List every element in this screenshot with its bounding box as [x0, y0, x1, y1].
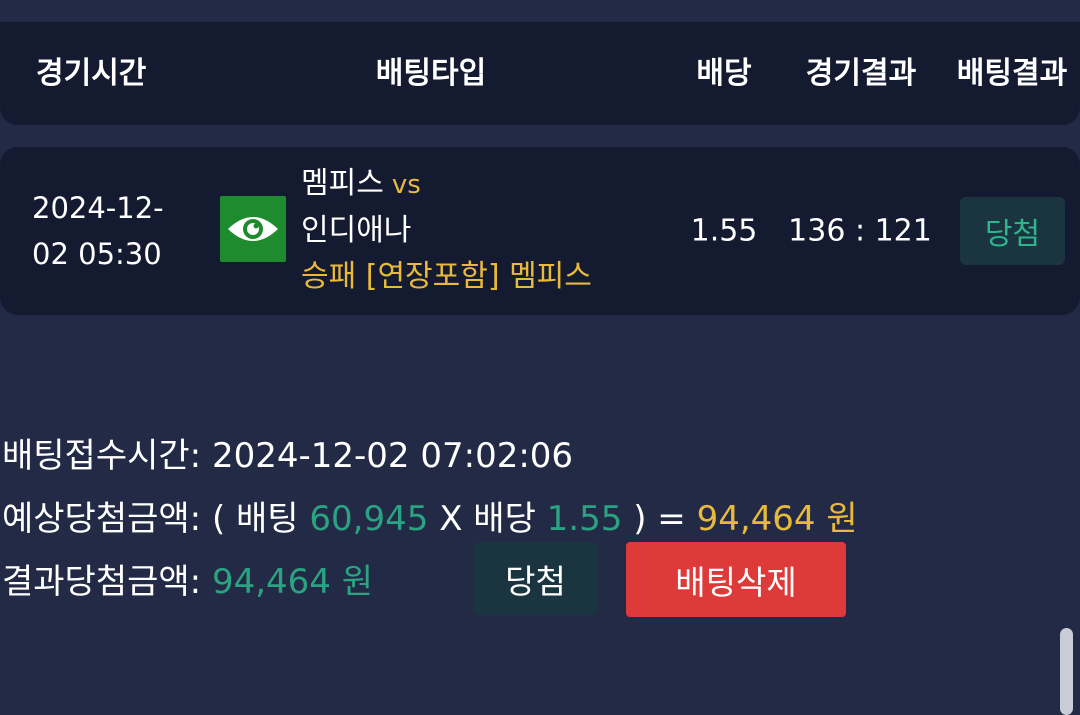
game-date-line1: 2024-12- — [32, 191, 164, 225]
bet-result-badge: 당첨 — [960, 197, 1065, 265]
header-game-result: 경기결과 — [805, 56, 917, 91]
expected-open: ( 배팅 — [211, 499, 299, 539]
header-bet-type: 배팅타입 — [375, 56, 487, 91]
delete-bet-button[interactable]: 배팅삭제 — [626, 542, 846, 617]
expected-odds: 1.55 — [546, 499, 623, 539]
header-bet-result: 배팅결과 — [956, 56, 1068, 91]
game-date-line2: 02 05:30 — [32, 237, 162, 271]
home-team: 멤피스 — [301, 166, 384, 201]
odds-value: 1.55 — [690, 213, 758, 249]
received-time-value: 2024-12-02 07:02:06 — [211, 436, 574, 476]
received-time-label: 배팅접수시간: — [2, 436, 202, 476]
result-status-badge: 당첨 — [473, 542, 598, 615]
away-team: 인디애나 — [301, 213, 412, 248]
expected-amount-label: 예상당첨금액: — [2, 499, 202, 539]
stake-amount: 60,945 — [309, 499, 429, 539]
header-game-time: 경기시간 — [36, 56, 147, 91]
scrollbar[interactable] — [1060, 628, 1073, 715]
bet-type-cell: 멤피스 vs 인디애나 승패 [연장포함] 멤피스 — [301, 161, 592, 300]
expected-eq: ) = — [633, 499, 686, 539]
result-amount-label: 결과당첨금액: — [2, 562, 202, 602]
table-row: 2024-12- 02 05:30 멤피스 vs 인디애나 승패 [연장포함] 멤… — [0, 147, 1080, 315]
expected-x: X 배당 — [439, 499, 536, 539]
expected-amount-line: 예상당첨금액: ( 배팅 60,945 X 배당 1.55 ) = 94,464… — [2, 491, 858, 540]
table-header: 경기시간 배팅타입 배당 경기결과 배팅결과 — [0, 22, 1080, 125]
vs-label: vs — [391, 170, 421, 200]
game-score: 136 : 121 — [788, 213, 932, 249]
result-amount-value: 94,464 원 — [211, 562, 374, 602]
result-amount-line: 결과당첨금액: 94,464 원 — [2, 554, 373, 603]
expected-amount-value: 94,464 원 — [696, 499, 858, 539]
received-time-line: 배팅접수시간: 2024-12-02 07:02:06 — [2, 428, 573, 477]
eye-icon[interactable] — [220, 196, 286, 262]
bet-detail-page: 경기시간 배팅타입 배당 경기결과 배팅결과 2024-12- 02 05:30… — [0, 0, 1080, 715]
teams-line: 멤피스 vs — [301, 161, 592, 208]
game-time: 2024-12- 02 05:30 — [32, 185, 182, 277]
header-odds: 배당 — [696, 56, 752, 91]
bet-pick: 승패 [연장포함] 멤피스 — [301, 259, 592, 294]
